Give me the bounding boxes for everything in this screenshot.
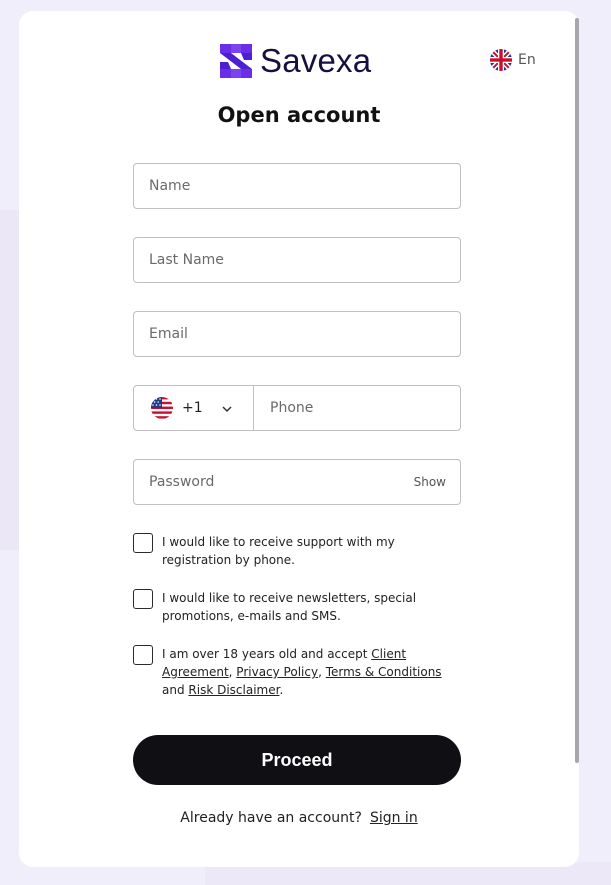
name-input[interactable] xyxy=(134,164,460,208)
savexa-logo-icon xyxy=(220,44,252,78)
last-name-input[interactable] xyxy=(134,238,460,282)
uk-flag-icon xyxy=(490,49,512,71)
signin-line: Already have an account? Sign in xyxy=(19,810,579,826)
email-input[interactable] xyxy=(134,312,460,356)
signup-card: Savexa En Open account Name Last Name Em… xyxy=(19,11,579,867)
phone-field: +1 xyxy=(133,385,461,431)
name-field[interactable] xyxy=(133,163,461,209)
password-input[interactable] xyxy=(134,460,460,504)
language-label: En xyxy=(518,52,536,68)
last-name-field[interactable] xyxy=(133,237,461,283)
page-title: Open account xyxy=(217,103,381,127)
terms-checkbox[interactable] xyxy=(133,645,153,665)
us-flag-icon xyxy=(151,397,173,419)
password-field[interactable]: Show xyxy=(133,459,461,505)
language-selector[interactable]: En xyxy=(489,48,536,72)
brand-name: Savexa xyxy=(260,42,372,79)
support-consent-row: I would like to receive support with my … xyxy=(133,533,463,569)
newsletter-checkbox[interactable] xyxy=(133,589,153,609)
brand-logo: Savexa xyxy=(218,41,371,81)
country-code: +1 xyxy=(182,400,203,416)
suffix-text: . xyxy=(279,683,284,697)
newsletter-consent-label: I would like to receive newsletters, spe… xyxy=(162,591,417,623)
phone-input[interactable] xyxy=(254,386,460,430)
terms-consent-label: I am over 18 years old and accept Client… xyxy=(162,645,463,699)
privacy-policy-link[interactable]: Privacy Policy xyxy=(236,665,318,679)
terms-prefix-text: I am over 18 years old and accept xyxy=(162,647,372,661)
newsletter-consent-row: I would like to receive newsletters, spe… xyxy=(133,589,463,625)
support-consent-label: I would like to receive support with my … xyxy=(162,535,395,567)
proceed-button[interactable]: Proceed xyxy=(133,735,461,785)
separator-text: , xyxy=(318,665,326,679)
signin-prompt: Already have an account? xyxy=(180,810,362,826)
scrollbar[interactable] xyxy=(575,18,579,763)
support-checkbox[interactable] xyxy=(133,533,153,553)
sign-in-link[interactable]: Sign in xyxy=(370,810,418,826)
show-password-button[interactable]: Show xyxy=(414,460,446,504)
and-text: and xyxy=(162,683,189,697)
chevron-down-icon xyxy=(222,406,232,413)
terms-consent-row: I am over 18 years old and accept Client… xyxy=(133,645,463,699)
terms-conditions-link[interactable]: Terms & Conditions xyxy=(326,665,442,679)
risk-disclaimer-link[interactable]: Risk Disclaimer xyxy=(188,683,279,697)
email-field[interactable] xyxy=(133,311,461,357)
country-code-select[interactable]: +1 xyxy=(134,386,254,430)
